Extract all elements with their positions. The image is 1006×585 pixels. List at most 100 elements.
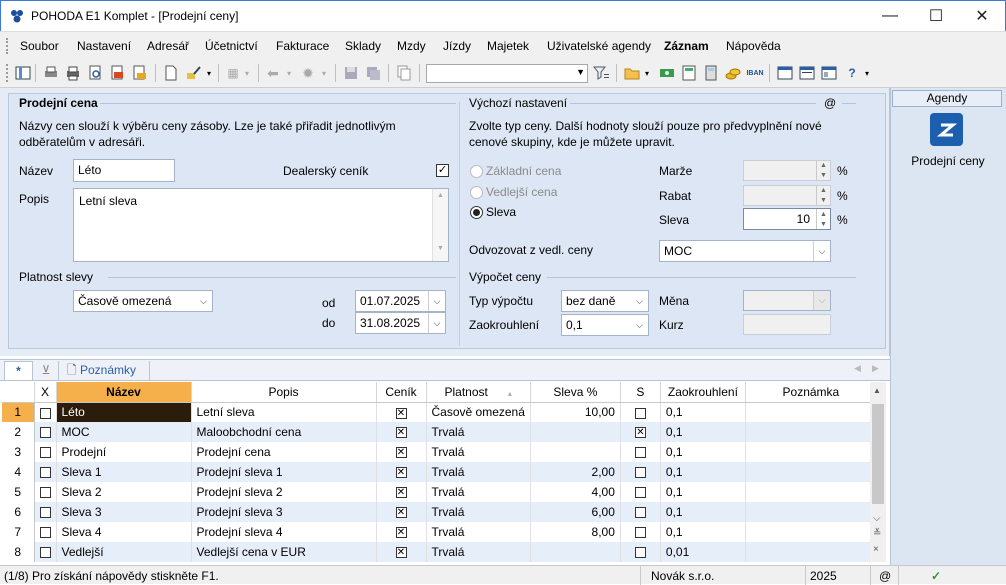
gear-dropdown-icon[interactable]: ▾: [319, 64, 329, 82]
cell-name[interactable]: Prodejní: [56, 442, 192, 462]
cell-description[interactable]: Prodejní sleva 1: [191, 462, 377, 482]
calculator-icon[interactable]: [702, 64, 720, 82]
email-pdf-icon[interactable]: [130, 64, 148, 82]
menu-jizdy[interactable]: Jízdy: [443, 39, 471, 53]
to-date-input[interactable]: 31.08.2025 ⌵: [355, 312, 446, 334]
row-checkbox[interactable]: [34, 402, 57, 422]
menu-fakturace[interactable]: Fakturace: [276, 39, 329, 53]
cell-description[interactable]: Prodejní cena: [191, 442, 377, 462]
radio-basic-price[interactable]: [470, 165, 483, 178]
grid-vertical-scrollbar[interactable]: ▲ ⌵ ≚ ×: [870, 382, 886, 562]
tab-all[interactable]: *: [4, 361, 33, 380]
cell-validity[interactable]: Trvalá: [426, 542, 531, 562]
filter-icon[interactable]: [592, 64, 610, 82]
maximize-button[interactable]: ☐: [913, 1, 959, 31]
cell-pricelist[interactable]: ✕: [376, 542, 427, 562]
description-textarea[interactable]: Letní sleva ▲ ▼: [73, 188, 449, 262]
cell-note[interactable]: [745, 522, 877, 542]
iban-icon[interactable]: IBAN: [746, 64, 764, 82]
table-row[interactable]: 5 Sleva 2 Prodejní sleva 2 ✕ Trvalá 4,00…: [2, 482, 877, 502]
row-checkbox[interactable]: [34, 542, 57, 562]
margin-spinner[interactable]: ▲ ▼: [816, 161, 830, 180]
cell-pricelist[interactable]: ✕: [376, 502, 427, 522]
dealer-checkbox[interactable]: ✓: [436, 164, 449, 177]
cell-discount[interactable]: 2,00: [530, 462, 621, 482]
menu-napoveda[interactable]: Nápověda: [726, 39, 781, 53]
cell-rounding[interactable]: 0,1: [660, 462, 746, 482]
cell-rounding[interactable]: 0,1: [660, 442, 746, 462]
cell-name[interactable]: Léto: [56, 402, 192, 422]
cell-s[interactable]: [620, 442, 661, 462]
cell-rounding[interactable]: 0,1: [660, 482, 746, 502]
save-copy-icon[interactable]: [364, 64, 382, 82]
cell-pricelist[interactable]: ✕: [376, 522, 427, 542]
cell-validity[interactable]: Trvalá: [426, 442, 531, 462]
cell-name[interactable]: Sleva 1: [56, 462, 192, 482]
coins-icon[interactable]: [724, 64, 742, 82]
print-preview-icon[interactable]: [86, 64, 104, 82]
gear-icon[interactable]: ✹: [299, 64, 317, 82]
cell-description[interactable]: Maloobchodní cena: [191, 422, 377, 442]
table-row[interactable]: 7 Sleva 4 Prodejní sleva 4 ✕ Trvalá 8,00…: [2, 522, 877, 542]
tab-scroll-left-icon[interactable]: ◀: [854, 363, 861, 374]
cell-validity[interactable]: Trvalá: [426, 462, 531, 482]
tab-scroll-right-icon[interactable]: ▶: [872, 363, 879, 374]
menu-soubor[interactable]: Soubor: [20, 39, 59, 53]
scroll-thumb[interactable]: [872, 404, 884, 504]
table-row[interactable]: 4 Sleva 1 Prodejní sleva 1 ✕ Trvalá 2,00…: [2, 462, 877, 482]
row-checkbox[interactable]: [34, 502, 57, 522]
validity-select[interactable]: Časově omezená ⌵: [73, 290, 213, 312]
cell-rounding[interactable]: 0,1: [660, 522, 746, 542]
from-date-input[interactable]: 01.07.2025 ⌵: [355, 290, 446, 312]
menu-zaznam[interactable]: Záznam: [664, 39, 709, 53]
window-icon-1[interactable]: [776, 64, 794, 82]
cell-name[interactable]: Vedlejší: [56, 542, 192, 562]
menu-nastaveni[interactable]: Nastavení: [77, 39, 131, 53]
cell-s[interactable]: [620, 462, 661, 482]
copy-icon[interactable]: [395, 64, 413, 82]
cell-rounding[interactable]: 0,01: [660, 542, 746, 562]
register-icon[interactable]: [680, 64, 698, 82]
cell-s[interactable]: ✕: [620, 422, 661, 442]
cell-s[interactable]: [620, 402, 661, 422]
menu-mzdy[interactable]: Mzdy: [397, 39, 426, 53]
description-scrollbar[interactable]: ▲ ▼: [432, 189, 448, 261]
header-x[interactable]: X: [34, 382, 57, 403]
margin-input[interactable]: ▲ ▼: [743, 160, 831, 181]
close-button[interactable]: ✕: [959, 1, 1005, 31]
cell-discount[interactable]: [530, 442, 621, 462]
cell-validity[interactable]: Trvalá: [426, 482, 531, 502]
scroll-up-icon[interactable]: ▲: [873, 386, 881, 395]
cell-rounding[interactable]: 0,1: [660, 502, 746, 522]
agendy-header[interactable]: Agendy: [892, 90, 1002, 107]
rebate-spinner[interactable]: ▲ ▼: [816, 186, 830, 205]
currency-select[interactable]: ⌵: [743, 290, 831, 311]
rate-input[interactable]: [743, 314, 831, 335]
cell-description[interactable]: Vedlejší cena v EUR: [191, 542, 377, 562]
table-row[interactable]: 3 Prodejní Prodejní cena ✕ Trvalá 0,1: [2, 442, 877, 462]
cell-discount[interactable]: [530, 422, 621, 442]
window-icon-3[interactable]: [820, 64, 838, 82]
cell-rounding[interactable]: 0,1: [660, 422, 746, 442]
cell-note[interactable]: [745, 442, 877, 462]
row-checkbox[interactable]: [34, 422, 57, 442]
menu-adresar[interactable]: Adresář: [147, 39, 189, 53]
cell-validity[interactable]: Časově omezená: [426, 402, 531, 422]
row-checkbox[interactable]: [34, 482, 57, 502]
cell-description[interactable]: Prodejní sleva 3: [191, 502, 377, 522]
cell-description[interactable]: Prodejní sleva 2: [191, 482, 377, 502]
toolbar-search-combo[interactable]: ▼: [426, 64, 588, 83]
cell-s[interactable]: [620, 482, 661, 502]
radio-secondary-price[interactable]: [470, 186, 483, 199]
cell-discount[interactable]: 10,00: [530, 402, 621, 422]
cell-note[interactable]: [745, 422, 877, 442]
folder-icon[interactable]: [623, 64, 641, 82]
header-note[interactable]: Poznámka: [745, 382, 877, 403]
rounding-select[interactable]: 0,1 ⌵: [561, 314, 649, 336]
menu-ucetnictvi[interactable]: Účetnictví: [205, 39, 258, 53]
print-setup-icon[interactable]: [42, 64, 60, 82]
header-pricelist[interactable]: Ceník: [376, 382, 427, 403]
cell-discount[interactable]: 6,00: [530, 502, 621, 522]
agenda-icon[interactable]: [14, 64, 32, 82]
pdf-icon[interactable]: [108, 64, 126, 82]
